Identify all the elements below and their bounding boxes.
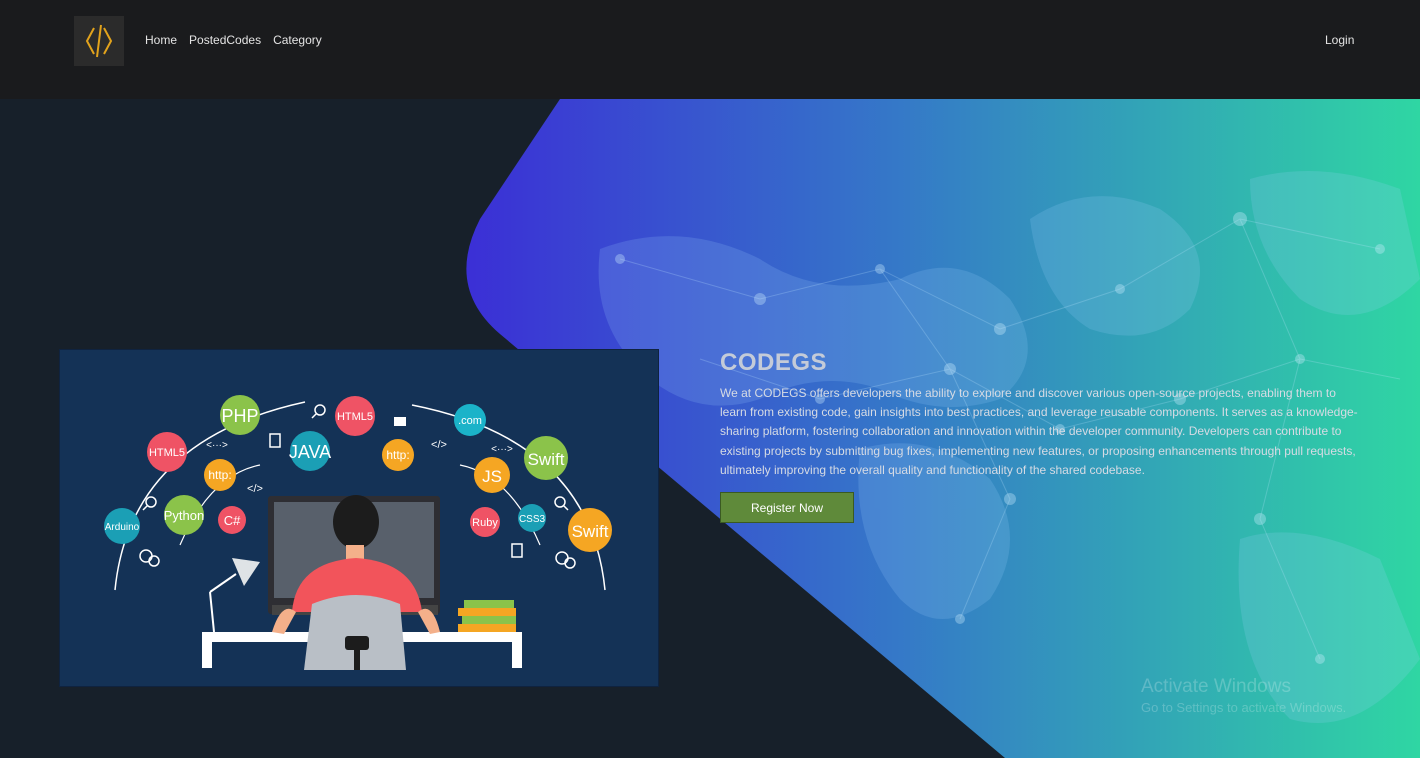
register-now-button[interactable]: Register Now: [720, 492, 854, 523]
code-symbol-far-right: <···>: [491, 444, 513, 455]
nav-postedcodes-link[interactable]: PostedCodes: [189, 33, 261, 47]
badge-http-right: http:: [386, 448, 409, 462]
badge-com: .com: [458, 415, 482, 427]
badge-python: Python: [164, 508, 204, 523]
code-symbol-mid: </>: [247, 483, 263, 495]
badge-html5: HTML5: [337, 411, 373, 423]
badge-css3: CSS3: [519, 514, 546, 525]
nav-home-link[interactable]: Home: [145, 33, 177, 47]
nav-category-link[interactable]: Category: [273, 33, 322, 47]
watermark-subtitle: Go to Settings to activate Windows.: [1141, 700, 1347, 715]
developer-illustration: PHP HTML5 HTML5 .com JAVA Swift http: ht…: [59, 349, 659, 687]
activate-windows-watermark: Activate Windows Go to Settings to activ…: [1141, 676, 1346, 717]
code-symbol-right: </>: [431, 439, 447, 451]
badge-php: PHP: [221, 406, 258, 426]
navbar: Home PostedCodes Category Login: [0, 0, 1420, 99]
badge-swift: Swift: [528, 450, 565, 469]
badge-csharp: C#: [224, 513, 241, 528]
badge-js: JS: [482, 467, 502, 486]
hero-description: We at CODEGS offers developers the abili…: [720, 386, 1358, 477]
badge-java: JAVA: [289, 442, 331, 462]
code-brackets-icon: [85, 24, 113, 58]
logo[interactable]: [74, 16, 124, 66]
code-symbol-left: <···>: [206, 440, 228, 451]
badge-html5-left: HTML5: [149, 447, 185, 459]
badge-swift-right: Swift: [572, 522, 609, 541]
nav-links: Home PostedCodes Category: [145, 33, 322, 47]
hero-content: CODEGS We at CODEGS offers developers th…: [720, 349, 1365, 480]
hero-title: CODEGS: [720, 349, 828, 376]
login-link[interactable]: Login: [1325, 33, 1354, 47]
badge-arduino: Arduino: [105, 522, 140, 533]
badge-ruby: Ruby: [472, 517, 498, 529]
badge-http: http:: [208, 468, 231, 482]
watermark-title: Activate Windows: [1141, 676, 1291, 697]
